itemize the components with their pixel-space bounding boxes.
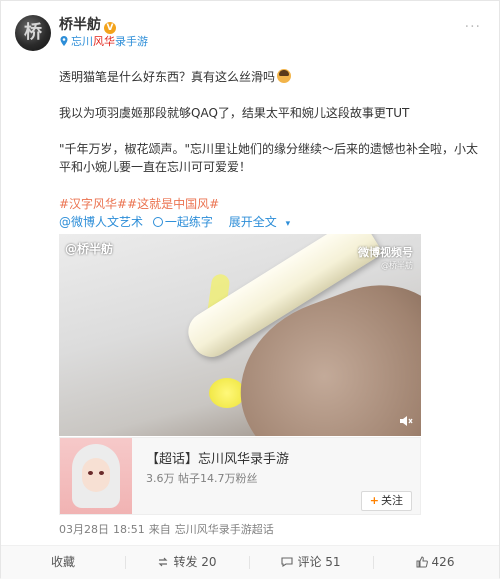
mention-2: 一起练字 bbox=[164, 215, 213, 229]
author-name[interactable]: 桥半舫 bbox=[59, 17, 101, 33]
supertopic-thumbnail bbox=[60, 438, 132, 514]
comment-icon bbox=[281, 557, 294, 568]
video-watermark-user: @桥半舫 bbox=[65, 242, 114, 256]
comment-button[interactable]: 评论 51 bbox=[249, 546, 373, 579]
hashtags: #汉字风华##这就是中国风# bbox=[59, 195, 219, 212]
source-suffix: 录手游 bbox=[115, 35, 148, 48]
follow-button[interactable]: + 关注 bbox=[360, 491, 412, 511]
like-count: 426 bbox=[431, 555, 455, 569]
avatar[interactable]: 桥 bbox=[15, 15, 51, 51]
follow-label: 关注 bbox=[381, 494, 403, 507]
chevron-down-icon: ▾ bbox=[282, 219, 291, 229]
action-bar: 收藏 转发 20 评论 51 426 bbox=[1, 545, 499, 579]
emoji-icon bbox=[277, 69, 292, 83]
weibo-post-card: ... 桥 桥半舫 V 忘川风华录手游 透明猫笔是什么好东西？真有这么丝滑吗 我以… bbox=[0, 0, 500, 579]
video-player[interactable]: @桥半舫 微博视频号 @桥半舫 bbox=[59, 234, 421, 436]
character-eye-left bbox=[88, 471, 93, 475]
post-line-2: 我以为项羽虞姬那段就够QAQ了，结果太平和婉儿这段故事更TUT bbox=[59, 106, 410, 120]
like-button[interactable]: 426 bbox=[373, 546, 497, 579]
more-options-icon[interactable]: ... bbox=[465, 15, 481, 31]
supertopic-stats: 3.6万 帖子14.7万粉丝 bbox=[146, 472, 258, 485]
source-prefix: 忘川 bbox=[71, 35, 93, 48]
expand-full-text[interactable]: 展开全文 ▾ bbox=[229, 215, 296, 229]
supertopic-title[interactable]: 【超话】忘川风华录手游 bbox=[146, 448, 289, 467]
expand-label: 展开全文 bbox=[228, 215, 277, 229]
hashtag-2[interactable]: #这就是中国风# bbox=[127, 197, 219, 211]
thumbs-up-icon bbox=[416, 556, 428, 568]
mention-links: @微博人文艺术 一起练字 展开全文 ▾ bbox=[59, 213, 302, 230]
repost-button[interactable]: 转发 20 bbox=[125, 546, 249, 579]
post-meta: 03月28日 18:51 来自 忘川风华录手游超话 bbox=[59, 521, 278, 537]
character-eye-right bbox=[99, 471, 104, 475]
supertopic-card[interactable]: 【超话】忘川风华录手游 3.6万 帖子14.7万粉丝 + 关注 bbox=[59, 437, 421, 515]
mention-1[interactable]: @微博人文艺术 bbox=[59, 215, 143, 229]
volume-muted-icon[interactable] bbox=[399, 414, 413, 428]
author-name-row[interactable]: 桥半舫 V bbox=[59, 14, 116, 34]
from-label: 来自 bbox=[148, 523, 171, 536]
author-source-label[interactable]: 忘川风华录手游 bbox=[59, 33, 148, 49]
plus-icon: + bbox=[369, 494, 379, 507]
post-body: 透明猫笔是什么好东西？真有这么丝滑吗 我以为项羽虞姬那段就够QAQ了，结果太平和… bbox=[59, 68, 479, 176]
post-line-1: 透明猫笔是什么好东西？真有这么丝滑吗 bbox=[59, 70, 276, 84]
favorite-button[interactable]: 收藏 bbox=[1, 546, 125, 579]
source-highlight: 风华 bbox=[93, 35, 115, 48]
post-time: 18:51 bbox=[113, 523, 145, 536]
comment-label: 评论 51 bbox=[297, 555, 341, 569]
watermark-brand: 微博视频号 bbox=[358, 246, 413, 259]
post-line-3: "千年万岁，椒花颂声。"忘川里让她们的缘分继续～后来的遗憾也补全啦，小太平和小婉… bbox=[59, 142, 479, 174]
video-watermark-brand: 微博视频号 @桥半舫 bbox=[358, 244, 413, 271]
mention-2-link[interactable]: 一起练字 bbox=[152, 215, 219, 229]
favorite-label: 收藏 bbox=[50, 555, 75, 569]
link-icon bbox=[152, 217, 163, 227]
character-face bbox=[82, 458, 110, 492]
location-pin-icon bbox=[60, 36, 68, 46]
watermark-sub: @桥半舫 bbox=[381, 261, 413, 270]
repost-label: 转发 20 bbox=[173, 555, 217, 569]
post-date[interactable]: 03月28日 bbox=[59, 523, 109, 536]
repost-icon bbox=[159, 557, 168, 567]
post-source[interactable]: 忘川风华录手游超话 bbox=[175, 523, 274, 536]
hashtag-1[interactable]: #汉字风华# bbox=[59, 197, 127, 211]
